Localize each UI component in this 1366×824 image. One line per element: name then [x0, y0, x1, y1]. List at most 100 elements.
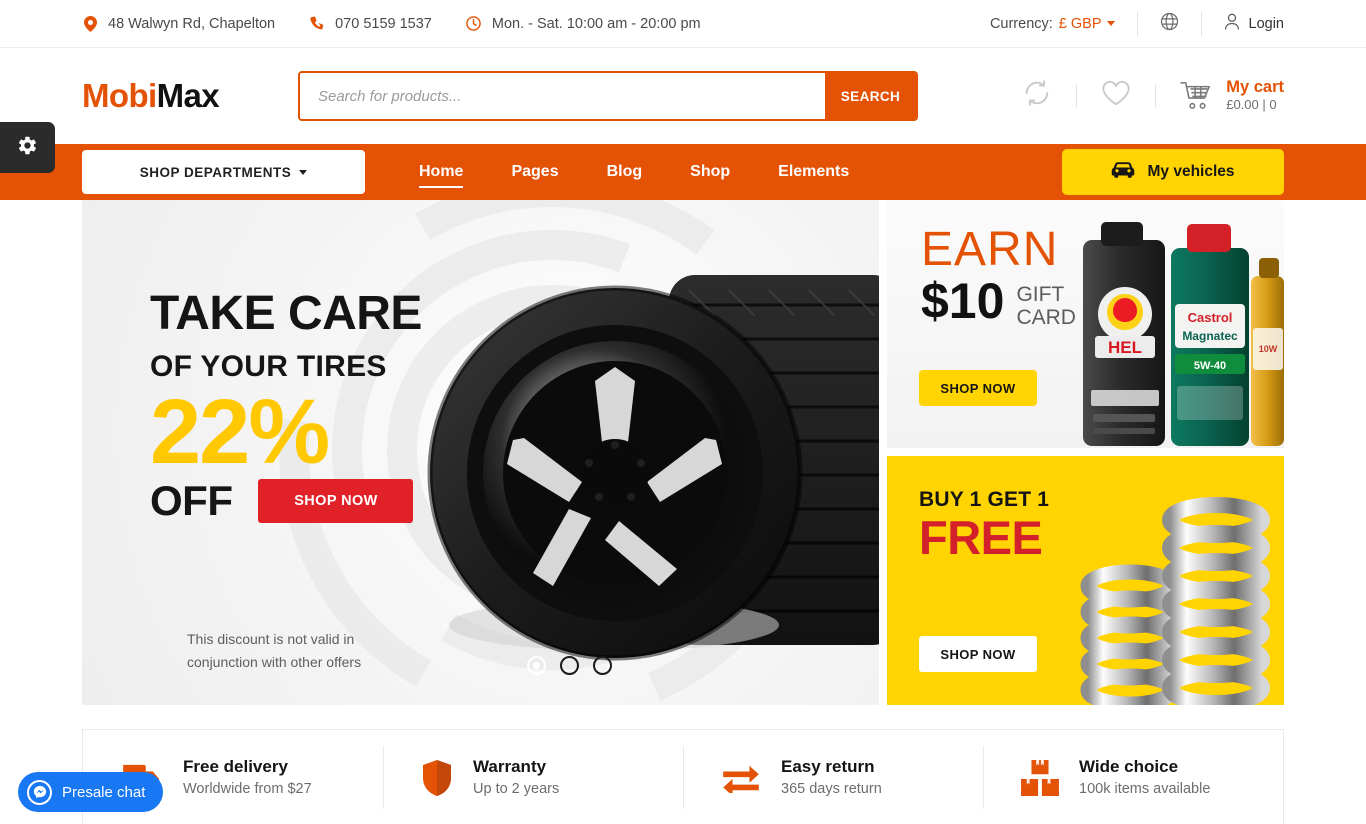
search-bar: SEARCH: [297, 71, 918, 121]
nav-item-home[interactable]: Home: [395, 154, 487, 190]
feature-text: Free delivery Worldwide from $27: [183, 754, 312, 801]
slider-dot-3[interactable]: [593, 656, 612, 675]
hero-slider: TAKE CARE OF YOUR TIRES 22% OFF SHOP NOW…: [82, 200, 879, 705]
currency-label: Currency:: [989, 15, 1053, 32]
feature-subtitle: Worldwide from $27: [183, 781, 312, 798]
cart-button[interactable]: My cart £0.00 | 0: [1156, 78, 1284, 114]
store-address-text: 48 Walwyn Rd, Chapelton: [108, 15, 276, 32]
feature-subtitle: 365 days return: [781, 781, 882, 798]
presale-chat-widget[interactable]: Presale chat: [18, 772, 164, 812]
cart-title: My cart: [1226, 78, 1284, 97]
bogo-subheading: FREE: [919, 511, 1043, 564]
site-logo[interactable]: MobiMax: [82, 77, 220, 115]
store-address: 48 Walwyn Rd, Chapelton: [82, 15, 276, 32]
feature-subtitle: 100k items available: [1079, 781, 1211, 798]
gift-card-label: GIFT CARD: [1016, 278, 1076, 329]
cart-meta: £0.00 | 0: [1226, 97, 1277, 113]
slider-dot-2[interactable]: [560, 656, 579, 675]
springs-image: [1080, 497, 1270, 705]
shield-icon: [421, 759, 453, 797]
logo-second: Max: [156, 77, 220, 114]
gift-card-text: EARN $10 GIFT CARD: [921, 226, 1076, 329]
location-pin-icon: [82, 15, 98, 32]
gift-card-amount: $10: [921, 273, 1005, 329]
clock-icon: [466, 16, 482, 32]
car-icon: [1111, 161, 1135, 183]
store-phone-text: 070 5159 1537: [335, 15, 432, 32]
gift-card-shop-now-button[interactable]: SHOP NOW: [919, 370, 1037, 406]
compare-button[interactable]: [998, 78, 1076, 113]
chevron-down-icon: [1106, 21, 1115, 26]
hero-tire-image: [427, 275, 879, 661]
feature-title: Easy return: [781, 756, 875, 776]
feature-easy-return: Easy return 365 days return: [683, 730, 983, 824]
cart-text: My cart £0.00 | 0: [1226, 78, 1284, 114]
bogo-heading: BUY 1 GET 1: [919, 488, 1050, 511]
hero-disclaimer: This discount is not valid in conjunctio…: [187, 631, 362, 670]
my-vehicles-label: My vehicles: [1147, 163, 1235, 180]
svg-text:5W-40: 5W-40: [1194, 360, 1226, 372]
hero-row: TAKE CARE OF YOUR TIRES 22% OFF SHOP NOW…: [82, 200, 1284, 705]
globe-icon: [1160, 12, 1179, 36]
topbar-info-group: 48 Walwyn Rd, Chapelton 070 5159 1537 Mo…: [82, 15, 701, 32]
gift-card-label-line2: CARD: [1016, 305, 1076, 329]
logo-first: Mobi: [82, 77, 157, 114]
boxes-icon: [1021, 759, 1059, 796]
chevron-down-icon: [299, 169, 308, 175]
presale-chat-label: Presale chat: [62, 783, 146, 801]
header-actions: My cart £0.00 | 0: [998, 78, 1284, 114]
feature-title: Free delivery: [183, 756, 288, 776]
search-input[interactable]: [299, 73, 825, 119]
svg-text:Castrol: Castrol: [1188, 310, 1233, 325]
feature-text: Warranty Up to 2 years: [473, 754, 559, 801]
search-button[interactable]: SEARCH: [824, 73, 916, 119]
slider-dot-1[interactable]: [527, 656, 546, 675]
gift-card-banner[interactable]: HEL Castrol Magnatec 5W-40 10W EARN $10 …: [887, 200, 1284, 448]
login-button[interactable]: Login: [1202, 13, 1284, 34]
bogo-shop-now-button[interactable]: SHOP NOW: [919, 636, 1037, 672]
site-header: MobiMax SEARCH My cart £0.00 | 0: [0, 48, 1366, 144]
my-vehicles-button[interactable]: My vehicles: [1062, 149, 1284, 195]
nav-links: Home Pages Blog Shop Elements: [395, 154, 873, 190]
main-content: TAKE CARE OF YOUR TIRES 22% OFF SHOP NOW…: [0, 200, 1366, 824]
shop-departments-label: SHOP DEPARTMENTS: [139, 164, 292, 180]
hero-slider-dots: [527, 656, 612, 675]
shop-departments-button[interactable]: SHOP DEPARTMENTS: [82, 150, 365, 194]
login-label: Login: [1248, 15, 1284, 32]
shopping-cart-icon: [1180, 81, 1214, 111]
top-bar: 48 Walwyn Rd, Chapelton 070 5159 1537 Mo…: [0, 0, 1366, 48]
currency-value-wrap: £ GBP: [1059, 16, 1115, 32]
nav-item-blog[interactable]: Blog: [583, 154, 667, 190]
language-selector[interactable]: [1138, 12, 1201, 36]
feature-warranty: Warranty Up to 2 years: [383, 730, 683, 824]
hero-discount: 22%: [150, 381, 330, 483]
user-icon: [1224, 13, 1240, 34]
feature-subtitle: Up to 2 years: [473, 781, 560, 798]
nav-item-pages[interactable]: Pages: [487, 154, 582, 190]
settings-panel-toggle[interactable]: [0, 122, 55, 173]
store-phone: 070 5159 1537: [309, 16, 432, 32]
heart-icon: [1101, 79, 1131, 112]
currency-selector[interactable]: Currency: £ GBP: [990, 16, 1137, 32]
bogo-banner[interactable]: BUY 1 GET 1 FREE SHOP NOW: [887, 456, 1284, 705]
exchange-icon: [721, 763, 761, 793]
nav-item-elements[interactable]: Elements: [754, 154, 873, 190]
oil-bottles-image: HEL Castrol Magnatec 5W-40 10W: [1083, 222, 1284, 446]
hero-text-block: TAKE CARE OF YOUR TIRES 22% OFF SHOP NOW: [150, 290, 422, 525]
hero-line-2: OF YOUR TIRES: [150, 350, 387, 383]
topbar-actions: Currency: £ GBP Login: [990, 11, 1284, 36]
feature-text: Easy return 365 days return: [781, 754, 882, 801]
svg-text:10W: 10W: [1259, 344, 1278, 354]
feature-title: Wide choice: [1079, 756, 1179, 776]
wishlist-button[interactable]: [1077, 79, 1155, 112]
store-hours: Mon. - Sat. 10:00 am - 20:00 pm: [466, 16, 701, 32]
feature-text: Wide choice 100k items available: [1079, 754, 1210, 801]
nav-item-shop[interactable]: Shop: [666, 154, 754, 190]
gift-card-heading: EARN: [921, 223, 1059, 276]
features-bar: Free delivery Worldwide from $27 Warrant…: [82, 729, 1284, 824]
hero-shop-now-button[interactable]: SHOP NOW: [258, 478, 414, 523]
svg-text:HEL: HEL: [1108, 338, 1142, 357]
store-hours-text: Mon. - Sat. 10:00 am - 20:00 pm: [491, 15, 701, 32]
gift-card-label-line1: GIFT: [1016, 283, 1065, 306]
gear-icon: [17, 135, 38, 161]
